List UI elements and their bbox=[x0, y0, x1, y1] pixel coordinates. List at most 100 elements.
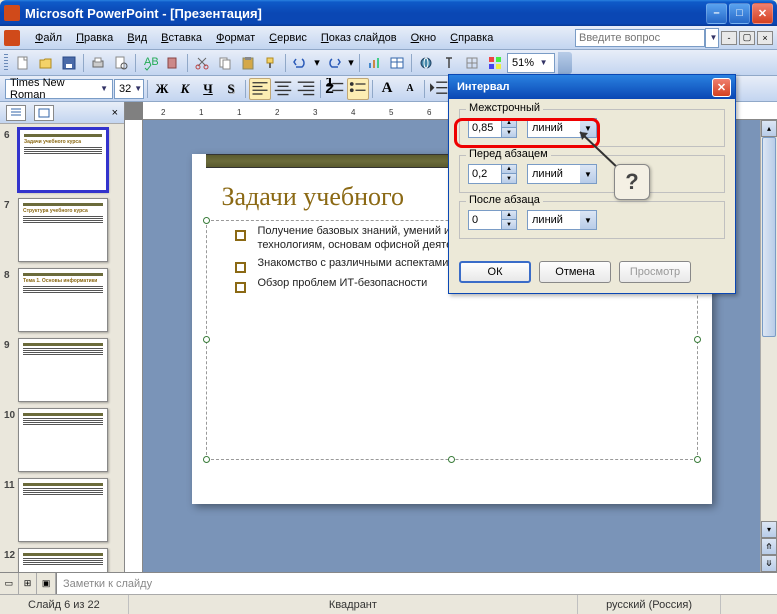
mdi-restore-button[interactable]: ▢ bbox=[739, 31, 755, 45]
menu-формат[interactable]: Формат bbox=[209, 29, 262, 47]
thumbnails-list[interactable]: 6Задачи учебного курса7Структура учебног… bbox=[0, 124, 124, 572]
paste-icon[interactable] bbox=[237, 52, 259, 74]
align-right-button[interactable] bbox=[295, 78, 317, 100]
print-icon[interactable] bbox=[87, 52, 109, 74]
line-spacing-input[interactable] bbox=[469, 119, 501, 137]
before-input[interactable] bbox=[469, 165, 501, 183]
close-button[interactable]: ✕ bbox=[752, 3, 773, 24]
italic-button[interactable]: К bbox=[174, 78, 196, 100]
resize-handle[interactable] bbox=[203, 456, 210, 463]
chevron-down-icon[interactable]: ▼ bbox=[580, 211, 596, 229]
mdi-minimize-button[interactable]: - bbox=[721, 31, 737, 45]
minimize-button[interactable]: – bbox=[706, 3, 727, 24]
menu-правка[interactable]: Правка bbox=[69, 29, 120, 47]
undo-icon[interactable] bbox=[289, 52, 311, 74]
font-size-combo[interactable]: 32▼ bbox=[114, 79, 144, 99]
print-preview-icon[interactable] bbox=[110, 52, 132, 74]
normal-view-button[interactable]: ▭ bbox=[0, 573, 19, 594]
after-input[interactable] bbox=[469, 211, 501, 229]
table-icon[interactable] bbox=[386, 52, 408, 74]
research-icon[interactable] bbox=[162, 52, 184, 74]
vertical-ruler[interactable] bbox=[125, 120, 143, 572]
ok-button[interactable]: ОК bbox=[459, 261, 531, 283]
sorter-view-button[interactable]: ⊞ bbox=[19, 573, 38, 594]
scroll-down-button[interactable]: ▾ bbox=[761, 521, 777, 538]
chart-icon[interactable] bbox=[363, 52, 385, 74]
bullet-icon bbox=[235, 282, 246, 293]
dialog-close-button[interactable]: ✕ bbox=[712, 78, 731, 97]
menu-сервис[interactable]: Сервис bbox=[262, 29, 314, 47]
line-spacing-spinner[interactable]: ▲▼ bbox=[468, 118, 517, 138]
underline-button[interactable]: Ч bbox=[197, 78, 219, 100]
bold-button[interactable]: Ж bbox=[151, 78, 173, 100]
menu-файл[interactable]: Файл bbox=[28, 29, 69, 47]
mdi-close-button[interactable]: × bbox=[757, 31, 773, 45]
copy-icon[interactable] bbox=[214, 52, 236, 74]
help-search-input[interactable] bbox=[575, 29, 705, 47]
menu-справка[interactable]: Справка bbox=[443, 29, 500, 47]
menu-окно[interactable]: Окно bbox=[404, 29, 444, 47]
new-icon[interactable] bbox=[12, 52, 34, 74]
slide-thumbnail[interactable]: 12 bbox=[4, 548, 120, 572]
zoom-combo[interactable]: 51%▼ bbox=[507, 53, 555, 73]
resize-handle[interactable] bbox=[448, 456, 455, 463]
menu-вид[interactable]: Вид bbox=[120, 29, 154, 47]
font-name-combo[interactable]: Times New Roman▼ bbox=[5, 79, 113, 99]
next-slide-button[interactable]: ⤋ bbox=[761, 555, 777, 572]
before-spinner[interactable]: ▲▼ bbox=[468, 164, 517, 184]
menu-вставка[interactable]: Вставка bbox=[154, 29, 209, 47]
spelling-icon[interactable]: ABC bbox=[139, 52, 161, 74]
undo-dropdown[interactable]: ▾ bbox=[312, 52, 322, 74]
slide-thumbnail[interactable]: 10 bbox=[4, 408, 120, 472]
resize-handle[interactable] bbox=[694, 336, 701, 343]
cut-icon[interactable] bbox=[191, 52, 213, 74]
hyperlink-icon[interactable] bbox=[415, 52, 437, 74]
show-formatting-icon[interactable] bbox=[438, 52, 460, 74]
maximize-button[interactable]: □ bbox=[729, 3, 750, 24]
outline-tab[interactable] bbox=[6, 105, 26, 121]
slides-tab[interactable] bbox=[34, 105, 54, 121]
spin-up[interactable]: ▲ bbox=[501, 119, 516, 128]
after-spinner[interactable]: ▲▼ bbox=[468, 210, 517, 230]
bulleted-list-button[interactable] bbox=[347, 78, 369, 100]
bullet-icon bbox=[235, 262, 246, 273]
resize-handle[interactable] bbox=[694, 456, 701, 463]
save-icon[interactable] bbox=[58, 52, 80, 74]
notes-pane: ▭ ⊞ ▣ Заметки к слайду bbox=[0, 572, 777, 594]
after-unit-select[interactable]: линий ▼ bbox=[527, 210, 597, 230]
resize-handle[interactable] bbox=[203, 336, 210, 343]
increase-font-button[interactable]: A bbox=[376, 78, 398, 100]
scroll-up-button[interactable]: ▴ bbox=[761, 120, 777, 137]
cancel-button[interactable]: Отмена bbox=[539, 261, 611, 283]
resize-handle[interactable] bbox=[203, 217, 210, 224]
slide-thumbnail[interactable]: 7Структура учебного курса bbox=[4, 198, 120, 262]
align-left-button[interactable] bbox=[249, 78, 271, 100]
redo-icon[interactable] bbox=[323, 52, 345, 74]
preview-button[interactable]: Просмотр bbox=[619, 261, 691, 283]
scroll-thumb[interactable] bbox=[762, 137, 776, 337]
numbered-list-button[interactable]: 12 bbox=[324, 78, 346, 100]
redo-dropdown[interactable]: ▾ bbox=[346, 52, 356, 74]
slide-thumbnail[interactable]: 9 bbox=[4, 338, 120, 402]
slide-thumbnail[interactable]: 8Тема 1. Основы информатики bbox=[4, 268, 120, 332]
toolbar-grip[interactable] bbox=[4, 54, 8, 72]
vertical-scrollbar[interactable]: ▴ ▾ ⤊ ⤋ bbox=[760, 120, 777, 572]
spin-down[interactable]: ▼ bbox=[501, 128, 516, 137]
slideshow-view-button[interactable]: ▣ bbox=[37, 573, 56, 594]
color-icon[interactable] bbox=[484, 52, 506, 74]
decrease-font-button[interactable]: A bbox=[399, 78, 421, 100]
shadow-button[interactable]: S bbox=[220, 78, 242, 100]
prev-slide-button[interactable]: ⤊ bbox=[761, 538, 777, 555]
decrease-indent-button[interactable] bbox=[428, 78, 450, 100]
menu-показ слайдов[interactable]: Показ слайдов bbox=[314, 29, 404, 47]
slide-thumbnail[interactable]: 6Задачи учебного курса bbox=[4, 128, 120, 192]
open-icon[interactable] bbox=[35, 52, 57, 74]
dialog-titlebar[interactable]: Интервал ✕ bbox=[449, 75, 735, 99]
format-painter-icon[interactable] bbox=[260, 52, 282, 74]
panel-close-icon[interactable]: × bbox=[112, 107, 118, 119]
slide-thumbnail[interactable]: 11 bbox=[4, 478, 120, 542]
align-center-button[interactable] bbox=[272, 78, 294, 100]
grid-icon[interactable] bbox=[461, 52, 483, 74]
help-dropdown[interactable]: ▼ bbox=[705, 28, 719, 48]
toolbar-overflow[interactable] bbox=[558, 52, 572, 74]
